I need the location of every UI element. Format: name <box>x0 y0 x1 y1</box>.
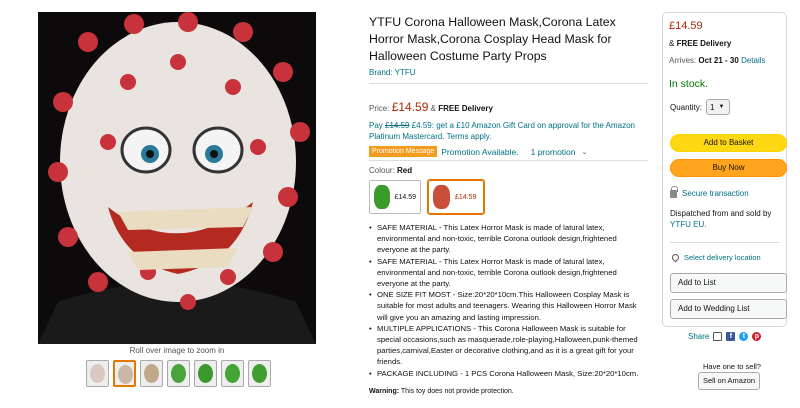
thumbnail-image <box>171 364 186 383</box>
free-delivery-amp: & <box>430 104 436 113</box>
arrival-estimate: Arrives: Oct 21 - 30 Details <box>669 56 766 65</box>
have-one-to-sell: Have one to sell? <box>703 362 761 371</box>
quantity-label: Quantity: <box>670 103 703 112</box>
buybox-free-delivery: & FREE Delivery <box>669 39 731 48</box>
warning-notice: Warning: This toy does not provide prote… <box>369 388 514 395</box>
facebook-icon[interactable]: f <box>726 332 736 341</box>
thumbnail-image <box>118 365 133 384</box>
promotion-row: Promotion Message Promotion Available. 1… <box>369 146 587 157</box>
price-value: £14.59 <box>391 100 429 114</box>
price-label: Price: <box>369 104 390 113</box>
colour-swatch-red[interactable]: £14.59 <box>428 180 484 214</box>
twitter-icon[interactable]: t <box>739 332 749 341</box>
colour-selection: Colour: Red <box>369 166 412 175</box>
chevron-down-icon[interactable]: ⌄ <box>582 148 588 156</box>
thumbnail-image <box>144 364 159 383</box>
delivery-location-label: Select delivery location <box>684 253 761 262</box>
quantity-value: 1 <box>710 102 715 112</box>
swatch-price: £14.59 <box>394 193 416 201</box>
share-row: Share f t p <box>688 332 762 341</box>
thumbnail-image <box>198 364 213 383</box>
thumbnail-1[interactable] <box>86 360 109 387</box>
thumbnail-3[interactable] <box>140 360 163 387</box>
bullet-item: SAFE MATERIAL - This Latex Horror Mask i… <box>369 256 649 290</box>
gift-card-offer[interactable]: Pay £14.59 £4.59: get a £10 Amazon Gift … <box>369 120 654 142</box>
colour-label: Colour: <box>369 166 395 175</box>
bullet-item: SAFE MATERIAL - This Latex Horror Mask i… <box>369 222 649 256</box>
free-delivery-text: FREE Delivery <box>438 104 493 113</box>
promotion-count-link[interactable]: 1 promotion <box>531 147 576 157</box>
divider <box>369 160 648 161</box>
stock-status: In stock. <box>669 78 709 90</box>
product-main-image[interactable] <box>38 12 316 344</box>
thumbnail-strip <box>86 360 271 387</box>
thumbnail-2[interactable] <box>113 360 136 387</box>
thumbnail-5[interactable] <box>194 360 217 387</box>
select-delivery-location[interactable]: Select delivery location <box>670 252 761 263</box>
dispatch-prefix: Dispatched from and sold by <box>670 209 772 218</box>
arrives-label: Arrives: <box>669 56 697 65</box>
warning-label: Warning: <box>369 388 400 395</box>
arrives-date: Oct 21 - 30 <box>698 56 739 65</box>
thumbnail-6[interactable] <box>221 360 244 387</box>
warning-text: This toy does not provide protection. <box>400 388 514 395</box>
details-link[interactable]: Details <box>741 56 765 65</box>
buy-now-button[interactable]: Buy Now <box>670 159 787 177</box>
thumbnail-image <box>90 364 105 383</box>
seller-link[interactable]: YTFU EU. <box>670 220 706 229</box>
thumbnail-image <box>252 364 267 383</box>
email-icon[interactable] <box>713 332 723 341</box>
thumbnail-7[interactable] <box>248 360 271 387</box>
lock-icon <box>670 186 678 198</box>
divider <box>369 83 648 84</box>
share-label: Share <box>688 332 710 341</box>
location-pin-icon <box>670 252 681 263</box>
promotion-badge: Promotion Message <box>369 146 438 157</box>
add-to-wedding-list-button[interactable]: Add to Wedding List <box>670 299 787 319</box>
bullet-item: ONE SIZE FIT MOST - Size:20*20*10cm.This… <box>369 289 649 323</box>
thumbnail-image <box>225 364 240 383</box>
chevron-down-icon: ▼ <box>718 104 725 110</box>
dispatch-info: Dispatched from and sold by YTFU EU. <box>670 208 785 230</box>
thumbnail-4[interactable] <box>167 360 190 387</box>
gift-old-price: £14.59 <box>385 121 410 130</box>
quantity-select[interactable]: 1 ▼ <box>706 99 730 115</box>
secure-label: Secure transaction <box>682 188 749 198</box>
gift-pay: Pay <box>369 121 383 130</box>
buybox-free-amp: & <box>669 39 675 48</box>
swatch-thumbnail <box>433 185 450 209</box>
divider <box>670 242 780 243</box>
price-row: Price: £14.59 & FREE Delivery <box>369 100 493 114</box>
add-to-list-button[interactable]: Add to List <box>670 273 787 293</box>
pinterest-icon[interactable]: p <box>752 332 762 341</box>
buybox-free-text: FREE Delivery <box>676 39 732 48</box>
swatch-thumbnail <box>374 185 390 209</box>
secure-transaction[interactable]: Secure transaction <box>670 186 749 198</box>
promotion-available: Promotion Available. <box>441 146 519 157</box>
zoom-hint: Roll over image to zoom in <box>129 346 225 355</box>
colour-swatch-green[interactable]: £14.59 <box>369 180 421 214</box>
add-to-basket-button[interactable]: Add to Basket <box>670 134 787 152</box>
bullet-item: MULTIPLE APPLICATIONS - This Corona Hall… <box>369 323 649 368</box>
brand-link[interactable]: Brand: YTFU <box>369 68 416 77</box>
colour-value: Red <box>397 166 413 175</box>
swatch-price: £14.59 <box>455 193 477 201</box>
sell-on-amazon-button[interactable]: Sell on Amazon <box>698 372 760 390</box>
virus-mask-image <box>38 12 316 344</box>
feature-bullets: SAFE MATERIAL - This Latex Horror Mask i… <box>369 222 649 379</box>
product-title: YTFU Corona Halloween Mask,Corona Latex … <box>369 15 616 63</box>
bullet-item: PACKAGE INCLUDING - 1 PCS Corona Hallowe… <box>369 368 649 379</box>
buybox-price: £14.59 <box>669 20 703 32</box>
